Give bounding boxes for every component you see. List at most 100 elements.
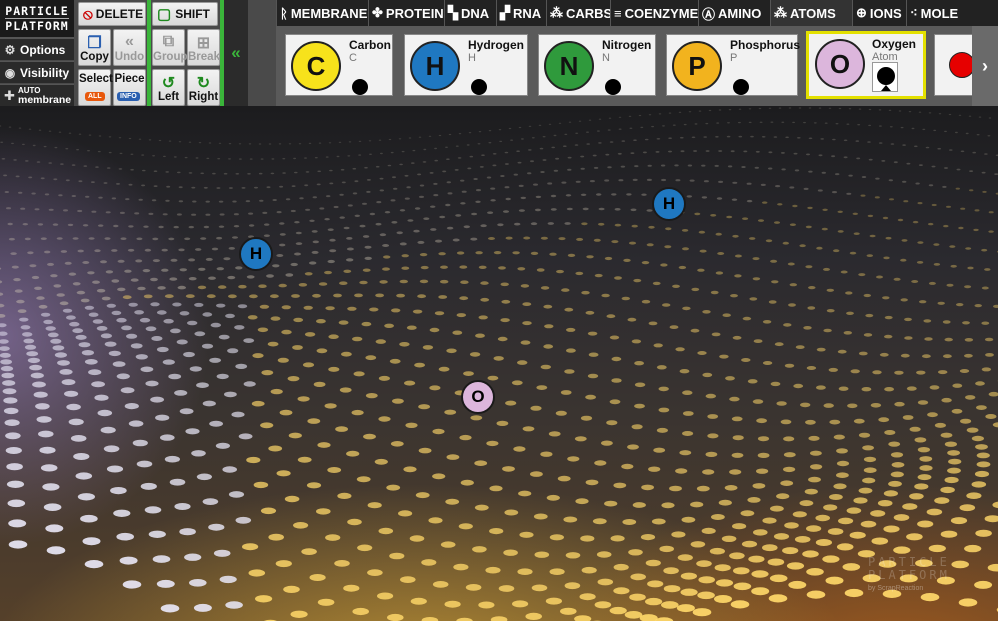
tab-dna[interactable]: ▚ DNA [444, 0, 496, 26]
visibility-label: Visibility [20, 65, 70, 80]
caret-up-icon [881, 85, 891, 91]
tab-label: COENZYMES [624, 5, 698, 21]
auto-membrane-button[interactable]: ✚ AUTO membrane [0, 84, 74, 106]
molecule-icon: ⁖ [910, 5, 918, 20]
atom-swatch: C [291, 41, 341, 91]
watermark-credit: by ScrapReaction [868, 585, 924, 592]
tab-label: CARBS [566, 5, 610, 21]
dna-icon: ▚ [448, 5, 458, 20]
rotate-left-icon: ↺ [161, 75, 176, 92]
delete-label: DELETE [95, 7, 144, 21]
collapse-toolbar-button[interactable]: « [224, 0, 248, 106]
atom-palette: C Carbon C H Hydrogen H N Nitrogen N P P… [276, 26, 972, 106]
app-logo: PARTICLE PLATFORM [0, 0, 74, 38]
atom-dot-toggle[interactable] [872, 62, 898, 92]
tab-membrane[interactable]: ᚱ MEMBRANE [276, 0, 368, 26]
rotate-left-button[interactable]: ↺ Left [152, 69, 185, 106]
select-all-tag: ALL [85, 92, 105, 101]
tab-proteins[interactable]: ✤ PROTEINS [368, 0, 444, 26]
break-label: Break [188, 51, 220, 63]
tab-label: IONS [869, 5, 902, 21]
tab-rna[interactable]: ▞ RNA [496, 0, 546, 26]
atom-name: Hydrogen [468, 38, 525, 52]
options-label: Options [20, 42, 66, 57]
tab-ions[interactable]: ⊕ IONS [852, 0, 906, 26]
tab-label: AMINO [718, 5, 762, 21]
atom-name: Nitrogen [602, 38, 652, 52]
dot-icon [605, 79, 621, 95]
main-toolbar: PARTICLE PLATFORM ⚙ Options ◉ Visibility… [0, 0, 998, 106]
tab-label: MEMBRANE [290, 5, 368, 21]
tab-coenzymes[interactable]: ≡ COENZYMES [610, 0, 698, 26]
shift-label: SHIFT [175, 7, 210, 21]
atom-dot-toggle[interactable] [730, 77, 752, 99]
right-label: Right [188, 91, 219, 103]
atom-dot-toggle[interactable] [602, 77, 624, 99]
atom-name: Oxygen [872, 37, 917, 51]
tab-carbs[interactable]: ⁂ CARBS [546, 0, 610, 26]
group-icon: ⧉ [162, 33, 175, 50]
atom-card-oxygen[interactable]: O Oxygen Atom [806, 31, 926, 99]
no-entry-icon: ⦸ [83, 5, 93, 23]
group-button[interactable]: ⧉ Group [152, 29, 188, 66]
canvas-atom-hydrogen[interactable]: H [239, 237, 273, 271]
dot-icon [877, 67, 895, 85]
tab-molecules[interactable]: ⁖ MOLE [906, 0, 998, 26]
eye-icon: ◉ [4, 65, 16, 80]
piece-info-tag: INFO [117, 92, 140, 101]
watermark: PARTICLE PLATFORM by ScrapReaction [868, 556, 988, 595]
tab-amino[interactable]: Ⓐ AMINO [698, 0, 770, 26]
piece-info-button[interactable]: Piece INFO [113, 69, 146, 106]
select-label: Select [79, 73, 113, 85]
atom-card-carbon[interactable]: C Carbon C [285, 34, 393, 96]
undo-button[interactable]: « Undo [113, 29, 146, 66]
atom-card-nitrogen[interactable]: N Nitrogen N [538, 34, 656, 96]
break-icon: ⊞ [196, 35, 211, 52]
atom-swatch: O [815, 39, 865, 89]
rna-icon: ▞ [500, 5, 510, 20]
ions-icon: ⊕ [856, 5, 867, 20]
canvas-atom-hydrogen[interactable]: H [652, 187, 686, 221]
tab-label: PROTEINS [385, 5, 444, 21]
rotate-right-button[interactable]: ↻ Right [187, 69, 220, 106]
atom-name: Phosphorus [730, 38, 801, 52]
tab-atoms[interactable]: ⁂ ATOMS [770, 0, 852, 26]
tab-label: DNA [461, 5, 490, 21]
canvas-atom-oxygen[interactable]: O [461, 380, 495, 414]
options-button[interactable]: ⚙ Options [0, 38, 74, 60]
tab-label: RNA [513, 5, 542, 21]
dot-icon [352, 79, 368, 95]
coenzyme-icon: ≡ [614, 5, 622, 21]
copy-button[interactable]: ❐ Copy [78, 29, 111, 66]
atom-swatch [949, 52, 972, 78]
atom-sub: P [730, 52, 738, 64]
palette-next-button[interactable]: › [972, 26, 998, 106]
carbs-icon: ⁂ [550, 5, 563, 20]
delete-button[interactable]: ⦸ DELETE [78, 2, 146, 26]
break-button[interactable]: ⊞ Break [187, 29, 220, 66]
visibility-button[interactable]: ◉ Visibility [0, 61, 74, 83]
shift-button[interactable]: ▢ SHIFT [152, 2, 218, 26]
left-label: Left [157, 91, 180, 103]
rotate-right-icon: ↻ [196, 75, 211, 92]
category-tabs: ᚱ MEMBRANE ✤ PROTEINS ▚ DNA ▞ RNA ⁂ CARB… [276, 0, 998, 26]
tab-label: ATOMS [790, 5, 836, 21]
group-label: Group [153, 51, 188, 63]
simulation-canvas[interactable]: H H O PARTICLE PLATFORM by ScrapReaction [0, 106, 998, 621]
atom-dot-toggle[interactable] [349, 77, 371, 99]
gear-icon: ⚙ [4, 42, 16, 57]
atom-sub: N [602, 52, 610, 64]
dot-icon [471, 79, 487, 95]
atom-swatch: H [410, 41, 460, 91]
atom-dot-toggle[interactable] [468, 77, 490, 99]
atom-sub: H [468, 52, 476, 64]
atom-card-hydrogen[interactable]: H Hydrogen H [404, 34, 528, 96]
atom-card-phosphorus[interactable]: P Phosphorus P [666, 34, 801, 99]
atom-card-partial[interactable] [934, 34, 972, 96]
select-all-button[interactable]: Select ALL [78, 69, 113, 106]
chevron-right-icon: › [982, 55, 988, 76]
tab-label: MOLE [920, 5, 959, 21]
logo-line2: PLATFORM [5, 17, 69, 33]
membrane-label: membrane [18, 94, 72, 106]
double-chevron-left-icon: « [231, 43, 241, 62]
